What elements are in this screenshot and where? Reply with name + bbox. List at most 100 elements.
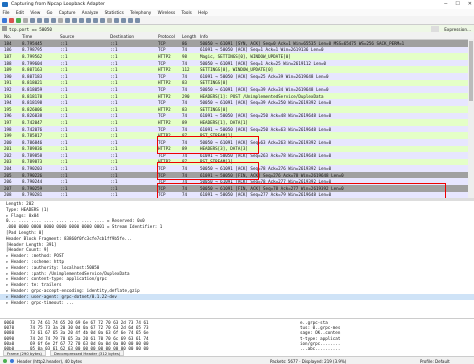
zoom-in-icon[interactable]	[114, 17, 119, 23]
cell-no: 201	[4, 146, 12, 152]
menu-wireless[interactable]: Wireless	[155, 9, 178, 16]
last-packet-icon[interactable]	[93, 17, 98, 23]
menu-go[interactable]: Go	[44, 9, 55, 16]
packet-row[interactable]: 205 8.790226::1::1 TCP 74 61091 → 50050 [FIN…	[0, 171, 474, 179]
menu-view[interactable]: View	[28, 9, 43, 16]
packet-row[interactable]: 202 8.789858::1::1 TCP 74 61091 → 50050 [ACK…	[0, 152, 474, 159]
resize-columns-icon[interactable]	[135, 17, 140, 23]
go-to-packet-icon[interactable]	[79, 17, 84, 23]
cell-no: 207	[4, 185, 12, 191]
menu-analyze[interactable]: Analyze	[79, 9, 101, 16]
cell-info: 61091 → 50050 [ACK] Seq=250 Ack=63 Win=2…	[200, 126, 332, 132]
menu-edit[interactable]: Edit	[13, 9, 26, 16]
cell-src: ::1	[60, 40, 68, 46]
save-file-icon[interactable]	[37, 17, 42, 23]
packet-row[interactable]: 207 8.790259::1::1 TCP 74 50050 → 61091 [FIN…	[0, 185, 474, 192]
cell-dst: ::1	[110, 119, 118, 125]
start-capture-icon[interactable]	[2, 17, 7, 23]
cell-no: 198	[4, 126, 12, 132]
zoom-reset-icon[interactable]	[128, 17, 133, 23]
cell-src: ::1	[60, 166, 68, 172]
cell-proto: TCP	[158, 139, 166, 145]
filter-apply-arrow-icon[interactable]	[431, 25, 439, 32]
column-header-time[interactable]: Time	[22, 34, 32, 39]
minimize-button[interactable]: ─	[444, 1, 447, 7]
column-header-no[interactable]: No.	[4, 34, 11, 39]
cell-src: ::1	[60, 159, 68, 165]
reload-icon[interactable]	[51, 17, 56, 23]
cell-src: ::1	[60, 192, 68, 198]
packet-row[interactable]: 188 8.799604::1::1 TCP 74 50050 → 61091 [ACK…	[0, 59, 474, 67]
autoscroll-icon[interactable]	[100, 17, 105, 23]
go-back-icon[interactable]	[65, 17, 70, 23]
packet-row[interactable]: 186 8.798795::1::1 TCP 74 61091 → 50050 [ACK…	[0, 46, 474, 54]
packet-row[interactable]: 201 8.789836::1::1 HTTP2 89 HEADERS[3], DATA…	[0, 145, 474, 153]
display-filter-input[interactable]: tcp.port == 50050	[9, 27, 52, 32]
column-header-protocol[interactable]: Protocol	[158, 34, 175, 39]
cell-time: 8.799562	[22, 53, 43, 59]
cell-proto: TCP	[158, 192, 166, 198]
column-header-source[interactable]: Source	[60, 34, 74, 39]
close-file-icon[interactable]	[44, 17, 49, 23]
packet-row[interactable]: 187 8.799562::1::1 HTTP2 98 Magic, SETTINGS[…	[0, 53, 474, 60]
menu-statistics[interactable]: Statistics	[102, 9, 126, 16]
packet-row[interactable]: 197 8.742047::1::1 HTTP2 89 HEADERS[1], DATA…	[0, 119, 474, 126]
cell-info: 61091 → 50050 [FIN, ACK] Seq=276 Ack=78 …	[200, 172, 344, 178]
maximize-button[interactable]: ☐	[455, 1, 459, 7]
cell-dst: ::1	[110, 67, 118, 73]
capture-status-icon[interactable]	[3, 358, 7, 363]
menu-tools[interactable]: Tools	[179, 9, 194, 16]
menu-file[interactable]: File	[0, 9, 12, 16]
go-forward-icon[interactable]	[72, 17, 77, 23]
column-header-length[interactable]: Length	[182, 34, 196, 39]
packet-row[interactable]: 192 8.818059::1::1 TCP 74 50050 → 61091 [ACK…	[0, 86, 474, 93]
cell-info: 50050 → 61091 [ACK] Seq=78 Ack=277 Win=2…	[200, 179, 332, 185]
menu-capture[interactable]: Capture	[56, 9, 78, 16]
open-file-icon[interactable]	[30, 17, 35, 23]
capture-options-icon[interactable]	[23, 17, 28, 23]
column-header-destination[interactable]: Destination	[110, 34, 134, 39]
packet-row[interactable]: 193 8.818178::1::1 HTTP2 290 HEADERS[1]: POS…	[0, 92, 474, 100]
packet-row[interactable]: 189 8.807163::1::1 HTTP2 112 SETTINGS[0], WI…	[0, 66, 474, 73]
scrollbar-thumb[interactable]	[469, 41, 473, 101]
packet-row[interactable]: 203 8.789873::1::1 HTTP2 87 RST_STREAM[3]	[0, 158, 474, 166]
bookmark-icon[interactable]	[2, 26, 7, 31]
expert-info-icon[interactable]	[10, 358, 14, 363]
close-button[interactable]: ✕	[468, 1, 472, 7]
cell-info: 50050 → 61091 [ACK] Seq=39 Ack=250 Win=2…	[200, 100, 332, 106]
colorize-icon[interactable]	[107, 17, 112, 23]
detail-line[interactable]: ▸ Header: grpc-timeout: ...	[0, 300, 474, 306]
restart-capture-icon[interactable]	[16, 17, 21, 23]
packet-row[interactable]: 191 8.818021::1::1 HTTP2 83 SETTINGS[0]	[0, 79, 474, 87]
menu-help[interactable]: Help	[196, 9, 211, 16]
packet-row[interactable]: 195 8.826006::1::1 HTTP2 83 SETTINGS[0]	[0, 105, 474, 113]
expression-button[interactable]: Expression...	[444, 27, 471, 32]
find-packet-icon[interactable]	[58, 17, 63, 23]
packet-row[interactable]: 190 8.807183::1::1 TCP 74 61091 → 50050 [ACK…	[0, 72, 474, 80]
stop-capture-icon[interactable]	[9, 17, 14, 23]
cell-time: 8.789858	[22, 152, 43, 158]
cell-info: SETTINGS[0], WINDOW_UPDATE[0]	[200, 67, 274, 73]
cell-len: 290	[182, 93, 190, 99]
main-toolbar	[0, 16, 474, 25]
packet-row[interactable]: 184 8.795445::1::1 TCP 86 50050 → 61091 [SYN…	[0, 40, 474, 47]
packet-row[interactable]: 194 8.818198::1::1 TCP 74 50050 → 61091 [ACK…	[0, 99, 474, 106]
packet-row[interactable]: 196 8.826038::1::1 TCP 74 61091 → 50050 [ACK…	[0, 112, 474, 120]
cell-no: 208	[4, 192, 12, 198]
menu-telephony[interactable]: Telephony	[128, 9, 154, 16]
zoom-out-icon[interactable]	[121, 17, 126, 23]
packet-row[interactable]: 206 8.790244::1::1 TCP 74 50050 → 61091 [ACK…	[0, 178, 474, 186]
column-header-info[interactable]: Info	[200, 34, 208, 39]
cell-info: SETTINGS[0]	[200, 80, 228, 86]
packet-row[interactable]: 198 8.742076::1::1 TCP 74 61091 → 50050 [ACK…	[0, 125, 474, 133]
packet-row[interactable]: 204 8.790203::1::1 TCP 74 50050 → 61091 [ACK…	[0, 165, 474, 172]
cell-proto: TCP	[158, 172, 166, 178]
packet-row[interactable]: 199 8.785817::1::1 HTTP2 87 RST_STREAM[1]	[0, 132, 474, 139]
cell-no: 194	[4, 100, 12, 106]
cell-proto: HTTP2	[158, 67, 171, 73]
first-packet-icon[interactable]	[86, 17, 91, 23]
packet-row[interactable]: 200 8.786846::1::1 TCP 74 50050 → 61091 [ACK…	[0, 138, 474, 146]
cell-no: 193	[4, 93, 12, 99]
packet-list-scrollbar[interactable]	[468, 39, 474, 198]
cell-len: 89	[182, 119, 188, 125]
